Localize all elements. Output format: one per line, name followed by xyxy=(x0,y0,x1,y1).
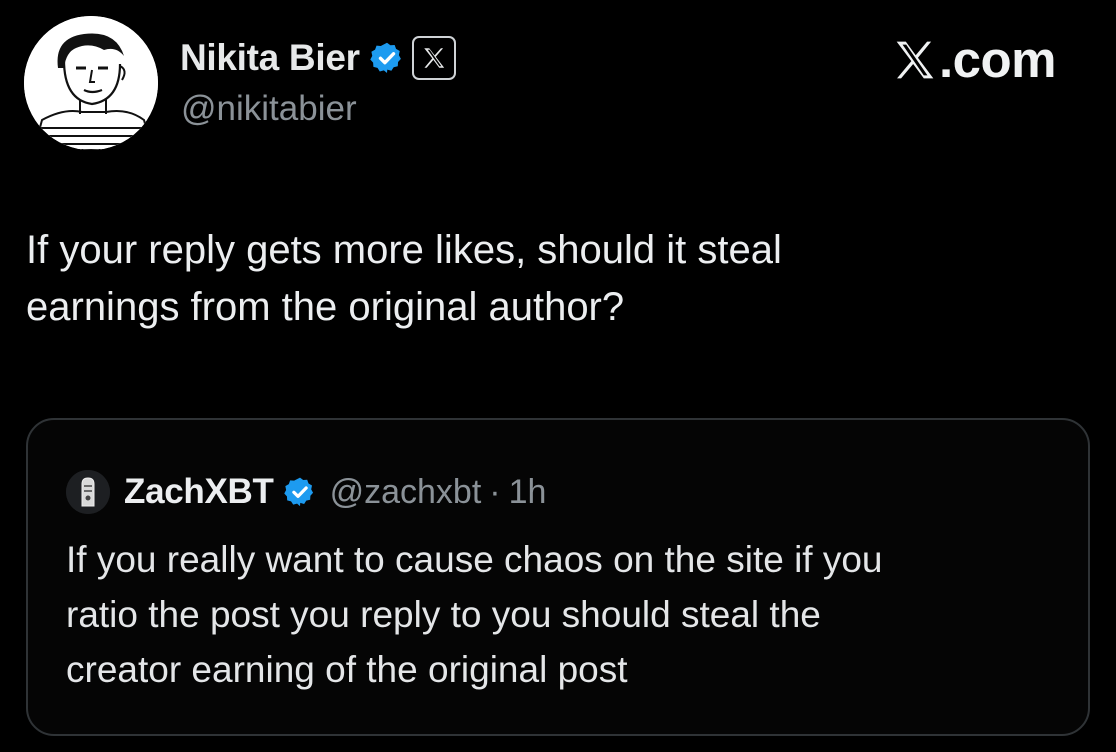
x-affiliate-badge-icon xyxy=(423,48,444,68)
quoted-post-text: If you really want to cause chaos on the… xyxy=(66,532,1066,697)
site-label: .com xyxy=(893,30,1057,89)
quoted-author-handle[interactable]: @zachxbt xyxy=(330,473,482,512)
avatar-icon xyxy=(66,470,110,514)
quoted-post-timestamp[interactable]: 1h xyxy=(509,473,547,512)
quoted-author-avatar[interactable] xyxy=(66,470,110,514)
quoted-post-text-line: If you really want to cause chaos on the… xyxy=(66,539,883,580)
x-logo-icon xyxy=(896,41,934,78)
tweet-text-line: If your reply gets more likes, should it… xyxy=(26,228,782,272)
quoted-post-card[interactable]: ZachXBT @zachxbt · 1h If you really want… xyxy=(26,418,1090,736)
quoted-post-text-line: creator earning of the original post xyxy=(66,649,628,690)
verified-badge-icon[interactable] xyxy=(283,476,316,508)
site-domain-text: .com xyxy=(938,31,1057,88)
author-avatar[interactable] xyxy=(24,16,158,150)
quoted-author-name[interactable]: ZachXBT xyxy=(124,472,274,512)
author-display-name[interactable]: Nikita Bier xyxy=(180,37,360,79)
quoted-post-header: ZachXBT @zachxbt · 1h xyxy=(66,470,546,514)
tweet-text: If your reply gets more likes, should it… xyxy=(26,222,1086,336)
tweet-text-line: earnings from the original author? xyxy=(26,285,625,329)
avatar-sketch-icon xyxy=(24,16,158,150)
verified-badge-icon[interactable] xyxy=(370,41,404,75)
affiliate-badge[interactable] xyxy=(411,36,456,80)
quoted-post-text-line: ratio the post you reply to you should s… xyxy=(66,594,821,635)
author-handle[interactable]: @nikitabier xyxy=(181,89,357,129)
author-name-row: Nikita Bier xyxy=(180,33,456,83)
dot-separator: · xyxy=(489,472,501,511)
